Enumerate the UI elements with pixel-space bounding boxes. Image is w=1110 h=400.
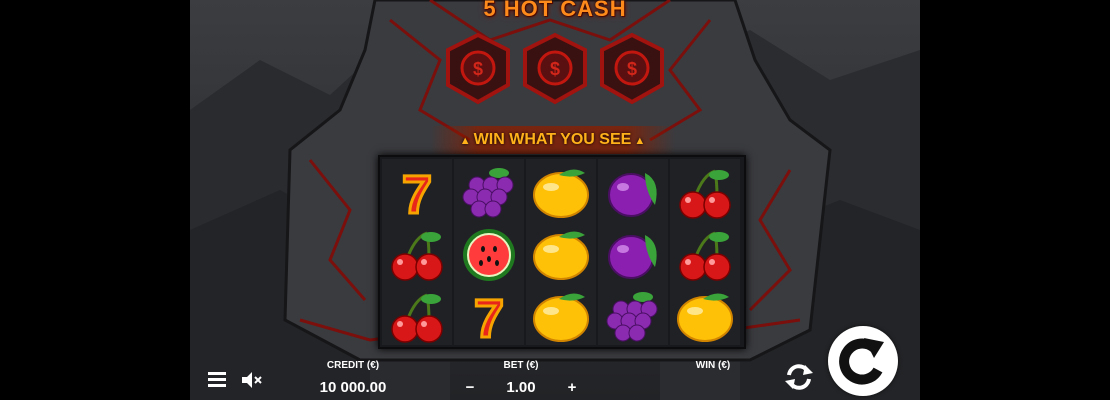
cherry-symbol-icon	[673, 225, 737, 283]
bet-increase-button[interactable]: +	[560, 379, 584, 396]
cherry-symbol-icon	[385, 225, 449, 283]
bet-value: 1.00	[506, 379, 536, 396]
lemon-symbol-icon	[529, 163, 593, 221]
grapes-symbol-icon	[457, 163, 521, 221]
spin-button[interactable]	[828, 326, 898, 396]
game-title: 5 HOT CASH	[483, 0, 627, 21]
svg-text:$: $	[473, 59, 483, 79]
svg-text:7: 7	[402, 165, 432, 221]
svg-text:7: 7	[474, 289, 504, 345]
plum-symbol-icon	[601, 163, 665, 221]
win-label: WIN (€)	[695, 360, 731, 371]
svg-text:$: $	[550, 59, 560, 79]
autoplay-icon[interactable]	[783, 362, 815, 392]
cherry-symbol-icon	[385, 287, 449, 345]
dollar-icon: $	[600, 32, 664, 105]
spin-icon	[839, 338, 884, 385]
grapes-symbol-icon	[601, 287, 665, 345]
credit-value: 10 000.00	[319, 379, 387, 396]
watermelon-symbol-icon	[457, 225, 521, 283]
lemon-symbol-icon	[673, 287, 737, 345]
reel-grid: 77	[378, 155, 746, 351]
lemon-symbol-icon	[529, 287, 593, 345]
bet-decrease-button[interactable]: −	[458, 379, 482, 396]
svg-text:$: $	[627, 59, 637, 79]
lemon-symbol-icon	[529, 225, 593, 283]
bet-label: BET (€)	[503, 360, 539, 371]
win-banner: ▲ WIN WHAT YOU SEE ▲	[430, 126, 675, 154]
dollar-icon: $	[523, 32, 587, 105]
dollar-emblems: $ $ $	[446, 32, 664, 105]
banner-arrow-left-icon: ▲	[459, 135, 474, 147]
plum-symbol-icon	[601, 225, 665, 283]
banner-arrow-right-icon: ▲	[631, 135, 646, 147]
banner-text: WIN WHAT YOU SEE	[473, 131, 632, 148]
credit-label: CREDIT (€)	[326, 360, 380, 371]
cherry-symbol-icon	[673, 163, 737, 221]
dollar-icon: $	[446, 32, 510, 105]
seven-symbol-icon: 7	[457, 287, 521, 351]
menu-icon[interactable]	[208, 372, 226, 388]
game-stage: $ $ $ 5 HOT CASH ▲ WIN WHAT YOU SEE ▲ 77	[190, 0, 920, 400]
sound-muted-icon[interactable]	[240, 370, 262, 390]
seven-symbol-icon: 7	[385, 163, 449, 227]
